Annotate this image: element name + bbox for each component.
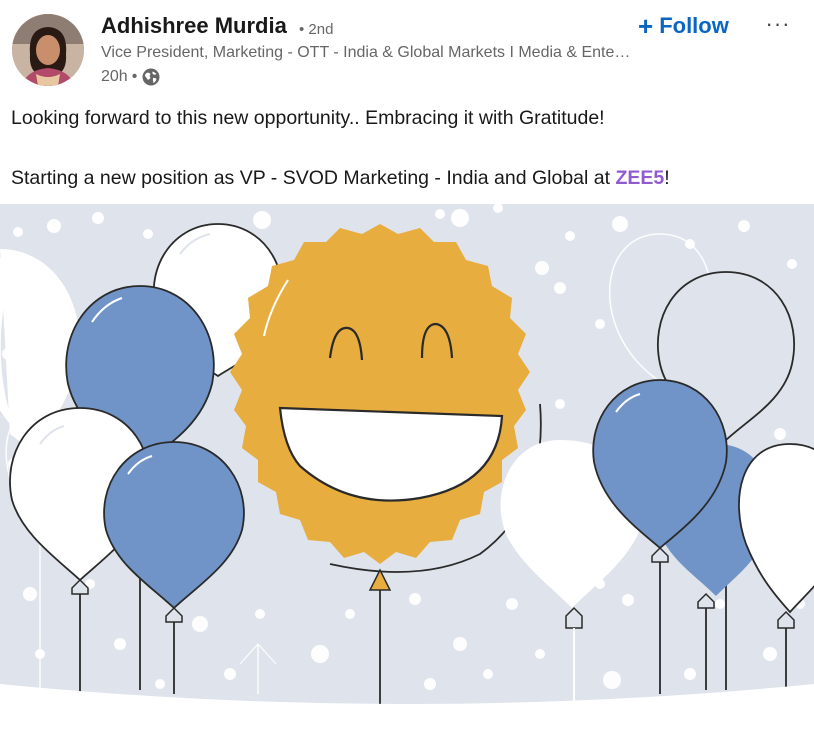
- connection-degree: • 2nd: [299, 21, 334, 38]
- avatar-photo: [12, 14, 84, 86]
- post-line-2: Starting a new position as VP - SVOD Mar…: [11, 165, 670, 191]
- globe-icon: [142, 68, 160, 86]
- company-link[interactable]: ZEE5: [615, 167, 664, 189]
- post-line-2-text: Starting a new position as VP - SVOD Mar…: [11, 167, 616, 189]
- post-line-2-suffix: !: [664, 167, 670, 189]
- celebration-illustration[interactable]: [0, 204, 814, 737]
- post-text: Looking forward to this new opportunity.…: [11, 105, 670, 191]
- illustration-svg: [0, 204, 814, 737]
- post-timestamp: 20h •: [101, 67, 161, 87]
- author-name[interactable]: Adhishree Murdia: [101, 13, 287, 39]
- more-options-button[interactable]: ···: [758, 11, 798, 36]
- timestamp-separator: •: [131, 68, 138, 85]
- more-icon: ···: [765, 11, 791, 36]
- post-line-1: Looking forward to this new opportunity.…: [11, 107, 605, 129]
- post-time: 20h: [101, 68, 128, 85]
- follow-label: Follow: [659, 13, 729, 38]
- post-header: Adhishree Murdia • 2nd Vice President, M…: [0, 0, 814, 100]
- avatar[interactable]: [12, 14, 84, 86]
- author-headline: Vice President, Marketing - OTT - India …: [101, 44, 631, 61]
- plus-icon: +: [638, 11, 654, 41]
- follow-button[interactable]: + Follow: [632, 9, 735, 43]
